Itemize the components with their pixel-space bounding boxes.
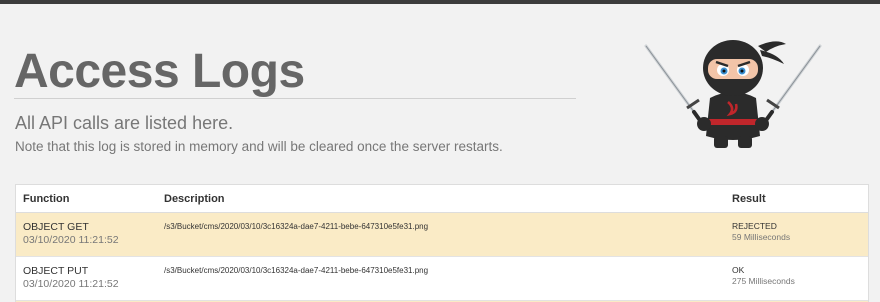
result-duration: 59 Milliseconds bbox=[732, 232, 861, 243]
column-header-description: Description bbox=[157, 185, 725, 213]
ninja-mascot-icon bbox=[638, 24, 828, 152]
description-cell: /s3/Bucket/cms/2020/03/10/3c16324a-dae7-… bbox=[157, 213, 725, 257]
function-cell: OBJECT GET 03/10/2020 11:21:52 bbox=[16, 213, 157, 257]
result-duration: 275 Milliseconds bbox=[732, 276, 861, 287]
function-cell: OBJECT PUT 03/10/2020 11:21:52 bbox=[16, 257, 157, 301]
left-sword-icon bbox=[646, 46, 704, 126]
description-cell: /s3/Bucket/cms/2020/03/10/3c16324a-dae7-… bbox=[157, 257, 725, 301]
function-name: OBJECT PUT bbox=[23, 265, 150, 278]
page-subtitle: All API calls are listed here. bbox=[15, 112, 233, 134]
page-title: Access Logs bbox=[14, 44, 305, 100]
function-timestamp: 03/10/2020 11:21:52 bbox=[23, 278, 150, 291]
table-row[interactable]: OBJECT GET 03/10/2020 11:21:52 /s3/Bucke… bbox=[16, 213, 868, 257]
description-path: /s3/Bucket/cms/2020/03/10/3c16324a-dae7-… bbox=[164, 221, 718, 233]
access-log-table: Function Description Result OBJECT GET 0… bbox=[15, 184, 869, 302]
table-row[interactable]: OBJECT PUT 03/10/2020 11:21:52 /s3/Bucke… bbox=[16, 257, 868, 301]
function-timestamp: 03/10/2020 11:21:52 bbox=[23, 234, 150, 247]
result-cell: REJECTED 59 Milliseconds bbox=[725, 213, 868, 257]
description-path: /s3/Bucket/cms/2020/03/10/3c16324a-dae7-… bbox=[164, 265, 718, 277]
result-status: OK bbox=[732, 265, 861, 276]
ninja-head bbox=[703, 40, 786, 96]
column-header-result: Result bbox=[725, 185, 868, 213]
title-divider bbox=[14, 98, 576, 99]
function-name: OBJECT GET bbox=[23, 221, 150, 234]
page-note: Note that this log is stored in memory a… bbox=[15, 138, 503, 156]
top-bar bbox=[0, 0, 880, 4]
column-header-function: Function bbox=[16, 185, 157, 213]
ninja-body bbox=[697, 92, 769, 148]
result-status: REJECTED bbox=[732, 221, 861, 232]
result-cell: OK 275 Milliseconds bbox=[725, 257, 868, 301]
table-header-row: Function Description Result bbox=[16, 185, 868, 213]
